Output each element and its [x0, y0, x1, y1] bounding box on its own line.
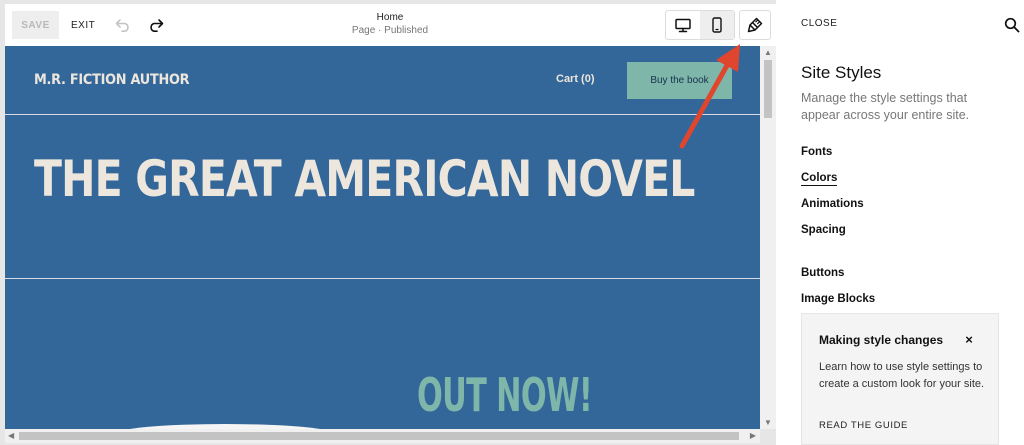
vertical-scrollbar[interactable]: ▲ ▼ [760, 46, 776, 429]
scroll-down-arrow-icon[interactable]: ▼ [764, 418, 772, 427]
tip-body: Learn how to use style settings to creat… [819, 361, 985, 390]
out-now-text[interactable]: OUT NOW! [417, 372, 593, 418]
scroll-right-arrow-icon[interactable]: ▶ [750, 431, 756, 440]
read-the-guide-link[interactable]: READ THE GUIDE [819, 420, 908, 431]
menu-item-buttons[interactable]: Buttons [801, 267, 844, 279]
mobile-view-button[interactable] [700, 11, 734, 39]
redo-button[interactable] [144, 13, 168, 37]
site-styles-button[interactable] [739, 10, 771, 40]
style-tip-card: Making style changes × Learn how to use … [801, 313, 999, 445]
horizontal-scroll-thumb[interactable] [19, 432, 739, 440]
horizontal-scrollbar[interactable]: ◀ ▶ [5, 429, 760, 443]
paintbrush-icon [747, 17, 763, 33]
save-button[interactable]: SAVE [12, 11, 59, 39]
undo-icon [115, 19, 129, 32]
site-title[interactable]: M.R. FICTION AUTHOR [34, 72, 190, 88]
desktop-icon [675, 18, 691, 32]
menu-item-fonts[interactable]: Fonts [801, 146, 832, 158]
redo-icon [150, 19, 164, 32]
site-styles-panel: CLOSE Site Styles Manage the style setti… [776, 0, 1024, 445]
editor-toolbar: SAVE EXIT Home Page · Published [5, 4, 776, 46]
menu-item-spacing[interactable]: Spacing [801, 224, 846, 236]
menu-item-animations[interactable]: Animations [801, 198, 864, 210]
scroll-left-arrow-icon[interactable]: ◀ [8, 431, 14, 440]
buy-the-book-button[interactable]: Buy the book [627, 62, 732, 99]
close-icon[interactable]: × [962, 332, 976, 347]
menu-item-image-blocks[interactable]: Image Blocks [801, 293, 875, 305]
menu-item-colors[interactable]: Colors [801, 172, 838, 186]
close-panel-button[interactable]: CLOSE [801, 18, 837, 29]
undo-button[interactable] [111, 13, 135, 37]
panel-description: Manage the style settings that appear ac… [801, 91, 970, 122]
section-divider [5, 278, 760, 279]
panel-title: Site Styles [801, 63, 882, 82]
header-divider [5, 114, 760, 115]
hero-heading[interactable]: THE GREAT AMERICAN NOVEL [34, 154, 695, 204]
site-preview-canvas[interactable]: M.R. FICTION AUTHOR Cart (0) Buy the boo… [5, 46, 760, 429]
editor-area: SAVE EXIT Home Page · Published M.R. FIC… [0, 0, 776, 445]
page-title: Home [376, 12, 404, 23]
vertical-scroll-thumb[interactable] [764, 60, 772, 118]
page-status: Page · Published [351, 25, 429, 36]
exit-button[interactable]: EXIT [65, 11, 101, 39]
page-info: Home Page · Published [305, 12, 475, 36]
view-toggle [665, 10, 735, 40]
cart-link[interactable]: Cart (0) [556, 73, 595, 85]
search-icon[interactable] [1004, 17, 1020, 33]
tip-title: Making style changes [819, 333, 944, 347]
mobile-icon [712, 17, 722, 33]
desktop-view-button[interactable] [666, 11, 700, 39]
scroll-up-arrow-icon[interactable]: ▲ [764, 48, 772, 57]
